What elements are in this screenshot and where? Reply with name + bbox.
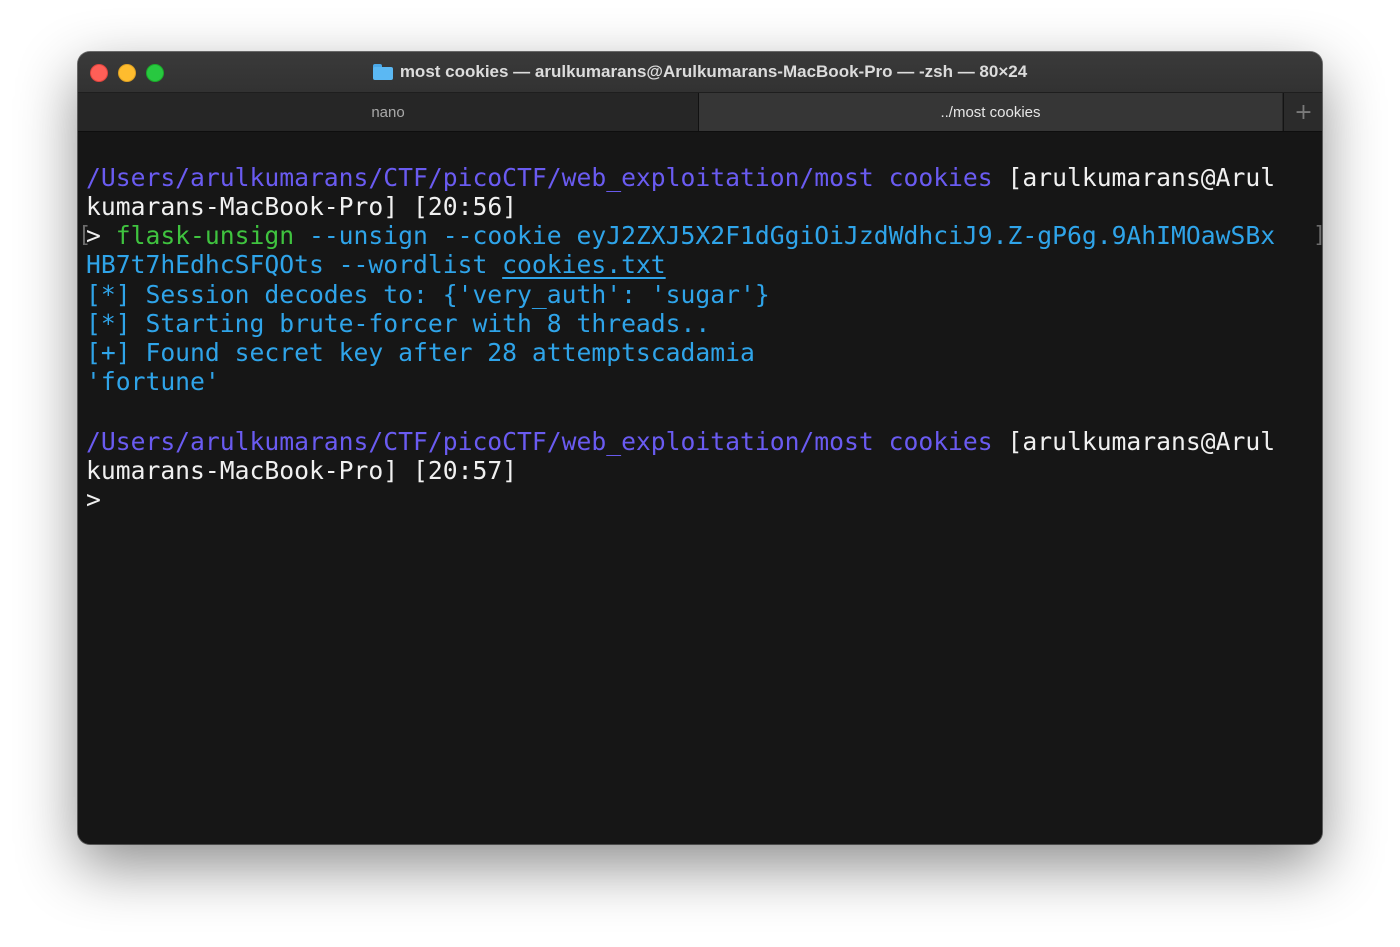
new-tab-button[interactable]: + — [1283, 93, 1322, 131]
prompt-symbol: > — [86, 221, 116, 250]
tab-label: nano — [371, 103, 405, 121]
output-line: [*] Session decodes to: {'very_auth': 's… — [86, 280, 770, 309]
prompt-time: [20:57] — [398, 456, 518, 485]
prompt-time: [20:56] — [398, 192, 518, 221]
tab-nano[interactable]: nano — [78, 93, 699, 131]
terminal-window: most cookies — arulkumarans@Arulkumarans… — [78, 52, 1322, 844]
prompt-user-host: kumarans-MacBook-Pro] — [86, 192, 399, 221]
title-bar[interactable]: most cookies — arulkumarans@Arulkumarans… — [78, 52, 1322, 93]
wordlist-file-link[interactable]: cookies.txt — [502, 250, 666, 279]
prompt-path: /Users/arulkumarans/CTF/picoCTF/web_expl… — [86, 163, 993, 192]
prompt-user-host: [arulkumarans@Arul — [992, 163, 1276, 192]
command-program: flask-unsign — [115, 221, 295, 250]
window-title-container: most cookies — arulkumarans@Arulkumarans… — [78, 52, 1322, 92]
prompt-line: /Users/arulkumarans/CTF/picoCTF/web_expl… — [86, 163, 1275, 192]
prompt-line: /Users/arulkumarans/CTF/picoCTF/web_expl… — [86, 427, 1275, 456]
plus-icon: + — [1294, 99, 1313, 125]
prompt-user-host: [arulkumarans@Arul — [992, 427, 1276, 456]
prompt-line: kumarans-MacBook-Pro] [20:56] — [86, 192, 517, 221]
output-line: [*] Starting brute-forcer with 8 threads… — [86, 309, 711, 338]
prompt-path: /Users/arulkumarans/CTF/picoCTF/web_expl… — [86, 427, 993, 456]
tab-most-cookies[interactable]: ../most cookies — [699, 93, 1282, 131]
tab-label: ../most cookies — [940, 103, 1041, 121]
terminal-content[interactable]: /Users/arulkumarans/CTF/picoCTF/web_expl… — [78, 132, 1322, 844]
output-line: [+] Found secret key after 28 attemptsca… — [86, 338, 755, 367]
command-line: HB7t7hEdhcSFQOts --wordlist cookies.txt — [86, 250, 666, 279]
tab-bar: nano ../most cookies + — [78, 93, 1322, 132]
output-line: 'fortune' — [86, 367, 220, 396]
command-args: --unsign --cookie eyJ2ZXJ5X2F1dGgiOiJzdW… — [294, 221, 1276, 250]
cursor-prompt[interactable]: > — [86, 485, 101, 514]
selection-bracket-right: ] — [1313, 221, 1322, 250]
prompt-user-host: kumarans-MacBook-Pro] — [86, 456, 399, 485]
folder-icon — [372, 64, 393, 80]
command-args: HB7t7hEdhcSFQOts --wordlist — [86, 250, 503, 279]
command-line: > flask-unsign --unsign --cookie eyJ2ZXJ… — [86, 221, 1275, 250]
window-title: most cookies — arulkumarans@Arulkumarans… — [399, 62, 1028, 81]
prompt-line: kumarans-MacBook-Pro] [20:57] — [86, 456, 517, 485]
